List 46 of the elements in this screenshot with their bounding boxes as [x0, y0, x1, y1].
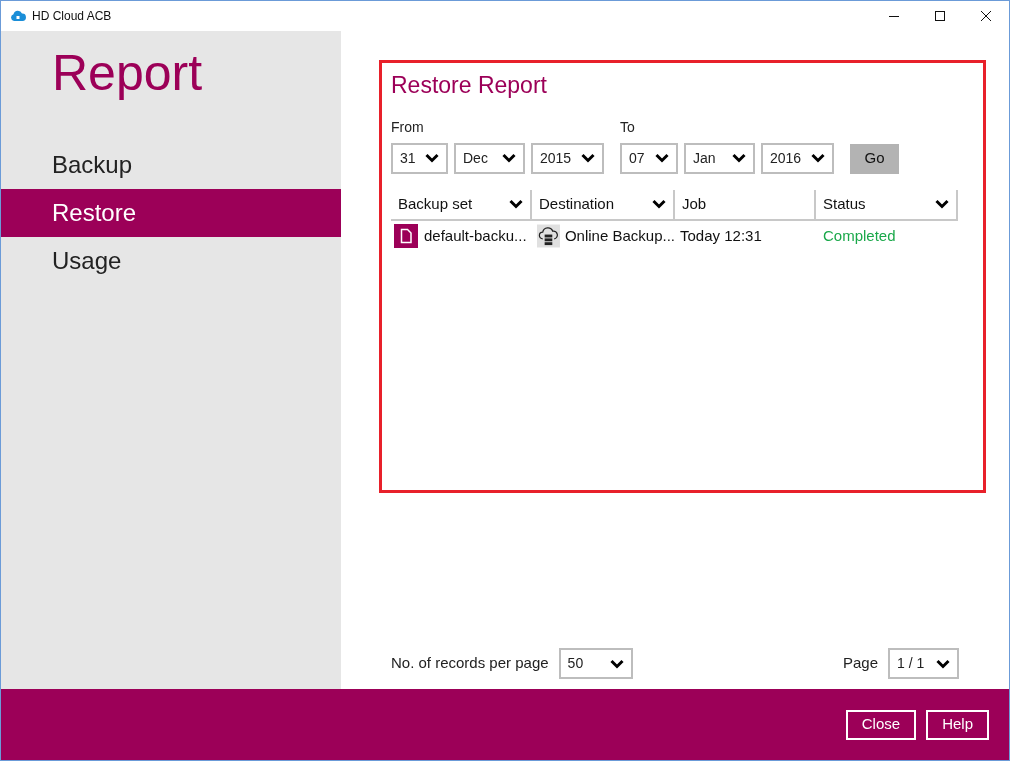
- sidebar-item[interactable]: Backup: [1, 141, 341, 189]
- chevron-down-icon: [581, 153, 595, 163]
- chevron-down-icon: [935, 199, 949, 209]
- dropdown[interactable]: 2015: [531, 142, 604, 174]
- table-cell-text: Online Backup...: [564, 225, 675, 246]
- cloud-icon: [10, 10, 26, 22]
- dropdown[interactable]: Jan: [684, 142, 755, 174]
- page-heading: Report: [51, 45, 204, 101]
- column-header[interactable]: Status: [816, 189, 958, 219]
- cloud-server-icon: [537, 224, 560, 248]
- chevron-down-icon: [732, 153, 746, 163]
- table-cell: Today 12:31: [680, 226, 762, 244]
- field-label: To: [620, 117, 636, 137]
- status-text: Completed: [823, 226, 896, 244]
- column-header[interactable]: Backup set: [391, 189, 532, 219]
- minimize-icon: [889, 15, 899, 17]
- sidebar-item[interactable]: Usage: [1, 237, 341, 285]
- chevron-down-icon: [655, 153, 669, 163]
- dropdown[interactable]: 1 / 1: [888, 648, 959, 679]
- chevron-down-icon: [502, 153, 516, 163]
- column-header[interactable]: Destination: [532, 189, 675, 219]
- footer-button[interactable]: Help: [926, 709, 989, 740]
- chevron-down-icon: [936, 658, 950, 669]
- dropdown[interactable]: 31: [391, 142, 448, 174]
- maximize-icon: [935, 11, 945, 21]
- sidebar-item[interactable]: Restore: [1, 189, 341, 237]
- go-button[interactable]: Go: [850, 143, 899, 174]
- footer-button[interactable]: Close: [845, 709, 917, 740]
- chevron-down-icon: [609, 658, 624, 669]
- chevron-down-icon: [425, 153, 439, 163]
- dropdown[interactable]: 07: [620, 142, 678, 174]
- window-title: HD Cloud ACB: [32, 8, 112, 25]
- dropdown[interactable]: 50: [558, 648, 633, 679]
- table-cell-text: default-backu...: [424, 225, 527, 246]
- dropdown[interactable]: Dec: [454, 142, 525, 174]
- close-icon: [981, 11, 991, 21]
- chevron-down-icon: [811, 153, 825, 163]
- report-title: Restore Report: [391, 71, 548, 100]
- chevron-down-icon: [509, 199, 523, 209]
- document-icon: [394, 224, 418, 248]
- records-label: No. of records per page: [391, 653, 549, 674]
- column-header[interactable]: Job: [675, 189, 816, 219]
- field-label: From: [391, 117, 425, 137]
- page-label: Page: [842, 653, 878, 674]
- dropdown[interactable]: 2016: [761, 142, 834, 174]
- chevron-down-icon: [652, 199, 666, 209]
